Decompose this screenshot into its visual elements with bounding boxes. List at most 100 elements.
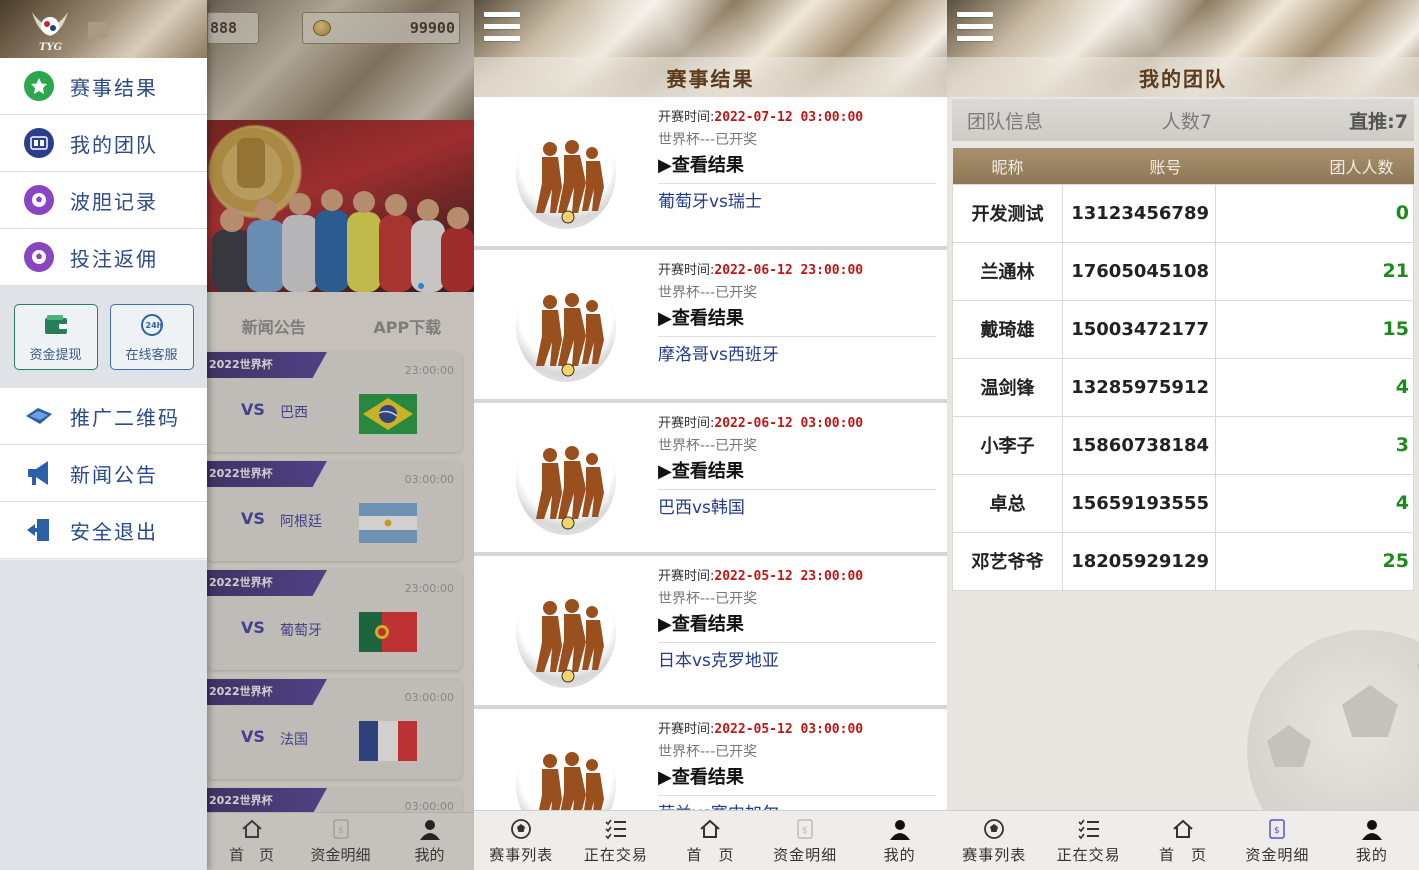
- menu-item-rebate[interactable]: 投注返佣: [0, 229, 207, 286]
- customer-service-button[interactable]: 24h 在线客服: [109, 304, 194, 370]
- banner-players-image: [210, 128, 474, 292]
- start-time: 开赛时间:2022-07-12 03:00:00: [658, 107, 936, 129]
- view-result-link[interactable]: ▶查看结果: [658, 457, 936, 490]
- member-name: 温剑锋: [952, 357, 1063, 417]
- nav-home[interactable]: 首 页: [663, 811, 758, 870]
- home-icon: [1170, 817, 1196, 841]
- nav-label: 我的: [883, 845, 916, 864]
- member-team-size: 4: [1215, 473, 1414, 533]
- menu-icon[interactable]: [484, 12, 520, 44]
- home-icon: [697, 817, 723, 841]
- home-tabs: 新闻公告 APP下载: [207, 308, 474, 348]
- nav-trading[interactable]: 正在交易: [569, 811, 664, 870]
- vs-label: VS: [241, 509, 265, 528]
- title-band: 我的团队: [947, 57, 1419, 97]
- view-result-link[interactable]: ▶查看结果: [658, 610, 936, 643]
- match-card[interactable]: 2022世界杯 23:00:00 VS 葡萄牙: [207, 570, 462, 670]
- match-card[interactable]: 2022世界杯 03:00:00 VS 阿根廷: [207, 461, 462, 561]
- member-team-size: 0: [1215, 183, 1414, 243]
- start-time-value: 2022-05-12 23:00:00: [714, 569, 864, 584]
- nav-mine[interactable]: 我的: [852, 811, 947, 870]
- page-title: 我的团队: [1139, 66, 1227, 91]
- menu-icon[interactable]: [957, 12, 993, 44]
- result-item[interactable]: 开赛时间:2022-06-12 03:00:00 世界杯---已开奖 ▶查看结果…: [474, 403, 947, 556]
- service-24h-icon: 24h: [140, 313, 163, 336]
- match-tag: 2022世界杯: [207, 570, 327, 596]
- menu-item-logout[interactable]: 安全退出: [0, 502, 207, 559]
- result-item[interactable]: 开赛时间:2022-05-12 23:00:00 世界杯---已开奖 ▶查看结果…: [474, 556, 947, 709]
- menu-item-label: 我的团队: [70, 132, 158, 157]
- ball-patch: [1267, 725, 1311, 767]
- nav-mine[interactable]: 我的: [385, 813, 474, 870]
- result-item[interactable]: 开赛时间:2022-07-12 03:00:00 世界杯---已开奖 ▶查看结果…: [474, 97, 947, 250]
- nav-match-list[interactable]: 赛事列表: [474, 811, 569, 870]
- menu-item-news[interactable]: 新闻公告: [0, 445, 207, 502]
- menu-item-label: 推广二维码: [70, 405, 180, 430]
- nav-funds[interactable]: $ 资金明细: [758, 811, 853, 870]
- nav-label: 首 页: [686, 845, 735, 864]
- member-team-size: 3: [1215, 415, 1414, 475]
- result-info: 开赛时间:2022-05-12 03:00:00 世界杯---已开奖 ▶查看结果…: [658, 719, 936, 810]
- start-time: 开赛时间:2022-06-12 23:00:00: [658, 260, 936, 282]
- start-label: 开赛时间:: [658, 416, 715, 431]
- banner-carousel[interactable]: [207, 120, 474, 292]
- menu-item-results[interactable]: 赛事结果: [0, 58, 207, 115]
- nav-mine[interactable]: 我的: [1325, 811, 1419, 870]
- match-tag: 2022世界杯: [207, 352, 327, 378]
- user-icon: [418, 818, 442, 840]
- nav-label: 正在交易: [1056, 845, 1121, 864]
- match-card[interactable]: 2022世界杯 03:00:00 VS 法国: [207, 679, 462, 779]
- withdraw-button[interactable]: 资金提现: [13, 304, 98, 370]
- drawer-empty-area: [0, 560, 207, 870]
- start-label: 开赛时间:: [658, 722, 715, 737]
- soccer-ball-icon: [508, 817, 534, 841]
- result-item[interactable]: 开赛时间:2022-05-12 03:00:00 世界杯---已开奖 ▶查看结果…: [474, 709, 947, 810]
- match-time: 23:00:00: [404, 364, 454, 377]
- member-account: 15659193555: [1062, 473, 1216, 533]
- nav-trading[interactable]: 正在交易: [1041, 811, 1135, 870]
- tab-news[interactable]: 新闻公告: [207, 308, 341, 348]
- ball-record-icon: [24, 185, 54, 215]
- match-time: 23:00:00: [404, 582, 454, 595]
- match-card[interactable]: 2022世界杯 23:00:00 VS 巴西: [207, 352, 462, 452]
- menu-item-team[interactable]: 我的团队: [0, 115, 207, 172]
- view-result-link[interactable]: ▶查看结果: [658, 151, 936, 184]
- home-icon: [240, 818, 264, 840]
- tab-app-download[interactable]: APP下载: [341, 308, 475, 348]
- result-info: 开赛时间:2022-06-12 03:00:00 世界杯---已开奖 ▶查看结果…: [658, 413, 936, 526]
- match-time: 03:00:00: [404, 691, 454, 704]
- team-info-label: 团队信息: [967, 110, 1044, 133]
- coin-balance-value: 99900: [409, 19, 455, 37]
- start-time: 开赛时间:2022-06-12 03:00:00: [658, 413, 936, 435]
- user-icon: [1359, 817, 1385, 841]
- match-tag: 2022世界杯: [207, 461, 327, 487]
- member-name: 邓艺爷爷: [952, 531, 1063, 591]
- document-icon: $: [329, 818, 353, 840]
- menu-item-label: 投注返佣: [70, 246, 158, 271]
- nav-funds[interactable]: $ 资金明细: [1230, 811, 1324, 870]
- result-item[interactable]: 开赛时间:2022-06-12 23:00:00 世界杯---已开奖 ▶查看结果…: [474, 250, 947, 403]
- menu-item-label: 安全退出: [70, 519, 158, 544]
- megaphone-icon: [24, 458, 54, 488]
- table-header-row: 昵称 账号 团人人数: [952, 148, 1414, 184]
- nav-home[interactable]: 首 页: [207, 813, 296, 870]
- argentina-flag-icon: [359, 503, 417, 543]
- match-tag: 2022世界杯: [207, 788, 327, 814]
- match-name: 荷兰vs塞内加尔: [658, 796, 936, 810]
- view-result-link[interactable]: ▶查看结果: [658, 304, 936, 337]
- list-icon: [1076, 817, 1102, 841]
- nav-home[interactable]: 首 页: [1136, 811, 1230, 870]
- nav-match-list[interactable]: 赛事列表: [947, 811, 1041, 870]
- result-info: 开赛时间:2022-06-12 23:00:00 世界杯---已开奖 ▶查看结果…: [658, 260, 936, 373]
- players-badge-icon: [516, 423, 616, 535]
- nav-funds[interactable]: $ 资金明细: [296, 813, 385, 870]
- ball-patch: [1342, 685, 1398, 737]
- nav-label: 正在交易: [583, 845, 648, 864]
- league-status: 世界杯---已开奖: [658, 132, 758, 148]
- view-result-link[interactable]: ▶查看结果: [658, 763, 936, 796]
- menu-item-qrcode[interactable]: 推广二维码: [0, 388, 207, 445]
- coin-icon: [313, 20, 331, 36]
- league-status: 世界杯---已开奖: [658, 438, 758, 454]
- wallet-icon: [44, 314, 67, 334]
- menu-item-score-record[interactable]: 波胆记录: [0, 172, 207, 229]
